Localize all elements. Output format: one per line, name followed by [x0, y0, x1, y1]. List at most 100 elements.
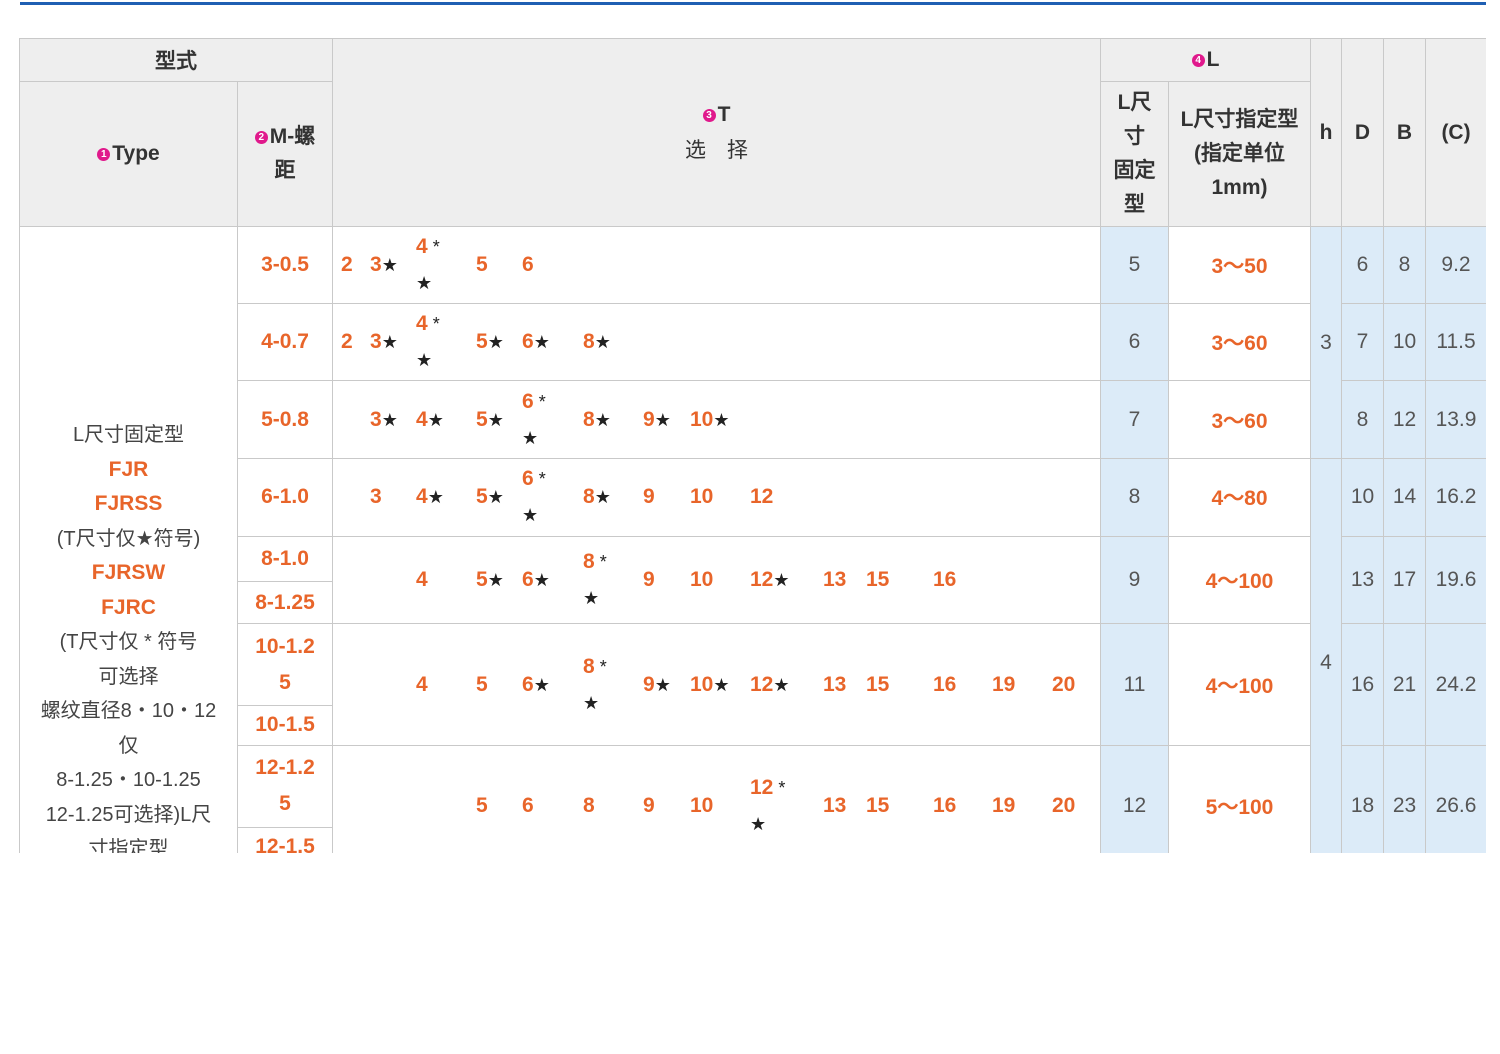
- t-value-number: 9: [643, 407, 655, 431]
- t-value: 9★: [643, 673, 671, 697]
- t-value: 19: [992, 673, 1015, 697]
- t-value-number: 6: [522, 330, 534, 353]
- star-mark: ★: [427, 409, 444, 430]
- t-value: 12★: [750, 568, 790, 592]
- pitch-value: 12-1.25: [255, 756, 315, 816]
- b-cell: 17: [1383, 535, 1427, 625]
- type-line: 可选择: [98, 665, 159, 688]
- t-value-number: 3: [370, 407, 382, 431]
- asterisk-mark: *: [427, 237, 440, 257]
- table-row: 5-0.8 3★ 4★ 5★ 6 * ★ 8★ 9★ 10★ 7 3～60 8 12 13.9: [20, 380, 1486, 459]
- c-cell: 26.6: [1425, 744, 1486, 853]
- t-value-number: 12: [750, 776, 774, 800]
- t-value: 8★: [583, 330, 611, 354]
- t-value: 8 * ★: [583, 544, 607, 616]
- star-mark: ★: [533, 569, 550, 590]
- type-line: (T尺寸仅 * 符号: [59, 631, 198, 653]
- l-range-cell: 3～60: [1167, 380, 1312, 459]
- type-code-fjrss: FJRSS: [94, 492, 163, 515]
- asterisk-mark: *: [594, 656, 607, 677]
- l-fixed-cell: 7: [1100, 380, 1169, 459]
- pitch-cell: 10-1.25: [237, 623, 333, 706]
- t-value: 6: [522, 794, 534, 818]
- t-value-number: 2: [341, 253, 353, 276]
- t-value: 6 * ★: [522, 461, 546, 533]
- t-value: 4 * ★: [416, 229, 440, 301]
- d-cell: 10: [1341, 458, 1385, 537]
- t-value-number: 3: [370, 485, 382, 509]
- t-value: 9: [643, 794, 655, 818]
- t-value: 8 * ★: [583, 649, 607, 721]
- l-spec-header-line: (指定单位: [1194, 142, 1285, 165]
- star-mark: ★: [583, 587, 600, 608]
- asterisk-mark: *: [533, 391, 546, 412]
- pitch-header-line2: 距: [274, 159, 296, 182]
- star-mark: ★: [594, 487, 611, 508]
- t-value-number: 5: [476, 567, 488, 591]
- table-row: 4-0.7 2 3★ 4 * ★ 5★ 6★ 8★ 6 3～60 7 10 11.5: [20, 303, 1486, 381]
- t-value: 19: [992, 794, 1015, 818]
- b-cell: 12: [1383, 380, 1427, 459]
- star-mark: ★: [750, 814, 767, 835]
- l-fixed-cell: 8: [1100, 458, 1169, 537]
- l-spec-header: L尺寸指定型 (指定单位 1mm): [1167, 81, 1312, 227]
- t-value: 4★: [416, 408, 444, 432]
- l-header-label: L: [1206, 48, 1220, 71]
- star-mark: ★: [594, 332, 611, 352]
- t-value-number: 6: [522, 794, 534, 818]
- t-value: 5★: [476, 330, 504, 354]
- t-value: 10: [690, 485, 713, 509]
- t-value: 16: [933, 673, 956, 697]
- l-fixed-cell: 12: [1100, 744, 1169, 853]
- t-value: 12 * ★: [750, 770, 785, 842]
- t-value-number: 13: [823, 567, 847, 591]
- t-values-cell: 5 6 8 9 10 12 * ★ 13 15 16 19 20: [332, 744, 1101, 853]
- l-range-cell: 5～100: [1167, 744, 1312, 853]
- header-row-1: 型式 3T 选 择 4L h D B (C): [19, 38, 1486, 227]
- pitch-value: 10-1.25: [255, 634, 315, 694]
- t-value-number: 12: [750, 567, 774, 591]
- table-row: 8-1.0 4 5★ 6★ 8 * ★ 9 10 12★ 13 15 16 9 4～100 13 1…: [20, 535, 1486, 625]
- t-value: 10: [690, 568, 713, 592]
- t-value: 20: [1052, 794, 1075, 818]
- t-value-number: 8: [583, 654, 595, 678]
- spec-table-viewport[interactable]: 型式 3T 选 择 4L h D B (C) 1 Type 2 M-螺 距 L尺 寸…: [19, 38, 1486, 853]
- type-line: 寸指定型: [88, 838, 169, 853]
- t-value-number: 15: [866, 672, 890, 696]
- t-value-number: 2: [341, 330, 353, 353]
- type-code-fjr: FJR: [108, 457, 149, 481]
- b-cell: 8: [1383, 226, 1427, 304]
- t-value: 15: [866, 673, 889, 697]
- b-header: B: [1383, 38, 1427, 227]
- c-cell: 11.5: [1425, 303, 1486, 381]
- top-rule: [20, 2, 1486, 5]
- table-row: 10-1.25 4 5 6★ 8 * ★ 9★ 10★ 12★ 13 15 16 19 20 11 4～…: [20, 623, 1486, 746]
- t-value-number: 9: [643, 794, 655, 818]
- pitch-cell: 12-1.25: [237, 744, 333, 828]
- d-cell: 18: [1341, 744, 1385, 853]
- h-cell: 3: [1310, 226, 1343, 459]
- t-value: 5: [476, 673, 488, 697]
- circled-1-icon: 1: [97, 148, 111, 161]
- star-mark: ★: [773, 674, 790, 695]
- star-mark: ★: [533, 332, 550, 352]
- l-range-cell: 3～60: [1167, 303, 1312, 381]
- table-row: 12-1.25 5 6 8 9 10 12 * ★ 13 15 16 19 20 12 5～100 1…: [20, 744, 1486, 853]
- pitch-cell: 4-0.7: [237, 303, 333, 381]
- t-values-cell: 3★ 4★ 5★ 6 * ★ 8★ 9★ 10★: [332, 380, 1101, 459]
- b-cell: 10: [1383, 303, 1427, 381]
- t-value: 13: [823, 673, 846, 697]
- c-cell: 9.2: [1425, 226, 1486, 304]
- t-value: 4: [416, 568, 428, 592]
- star-mark: ★: [594, 409, 611, 430]
- t-value: 5: [476, 253, 488, 277]
- t-value: 6★: [522, 568, 550, 592]
- star-mark: ★: [487, 569, 504, 590]
- t-value: 9: [643, 485, 655, 509]
- type-line: 仅: [118, 734, 139, 757]
- t-value-number: 8: [583, 549, 595, 573]
- t-value: 6 * ★: [522, 384, 546, 456]
- t-value-number: 8: [583, 407, 595, 431]
- type-line: (T尺寸仅★符号): [56, 527, 201, 550]
- circled-3-icon: 3: [702, 108, 716, 122]
